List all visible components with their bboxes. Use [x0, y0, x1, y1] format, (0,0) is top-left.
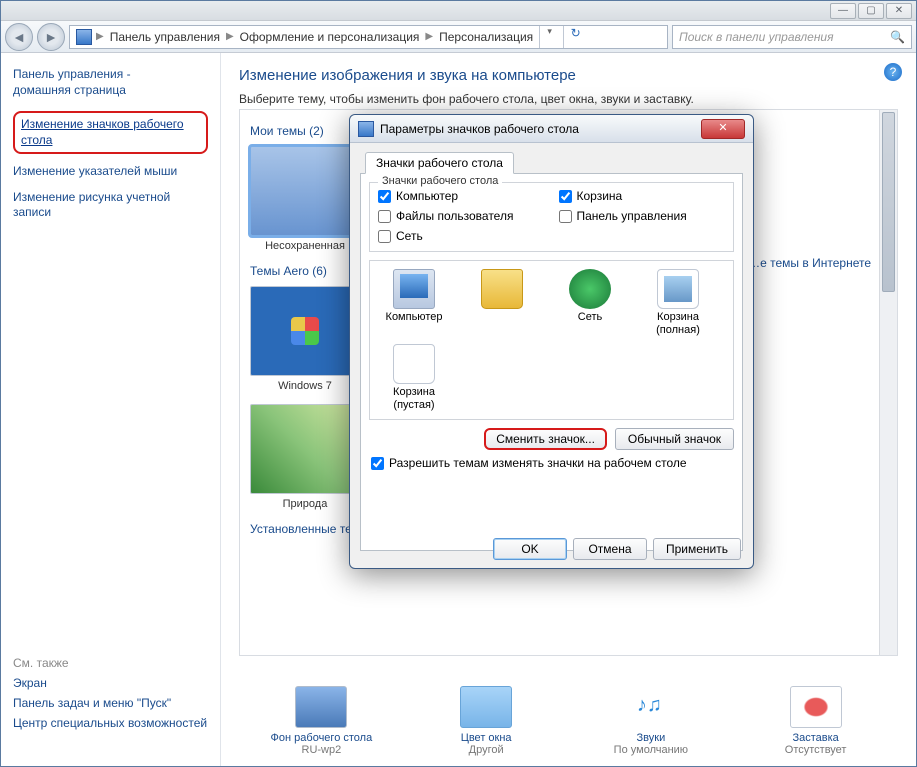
icon-recycle-empty[interactable]: Корзина (пустая) [380, 344, 448, 411]
see-also-label: См. также [13, 656, 213, 670]
theme-label: Природа [250, 498, 360, 510]
search-input[interactable]: Поиск в панели управления 🔍 [672, 25, 912, 49]
breadcrumb[interactable]: ▶ Панель управления ▶ Оформление и персо… [69, 25, 668, 49]
theme-thumb [250, 286, 360, 376]
page-subtitle: Выберите тему, чтобы изменить фон рабоче… [239, 92, 898, 106]
quick-title: Заставка [751, 732, 881, 744]
background-icon [295, 686, 347, 728]
computer-icon [393, 269, 435, 309]
quick-window-color[interactable]: Цвет окна Другой [421, 686, 551, 756]
sidebar: Панель управления - домашняя страница Из… [1, 53, 221, 766]
address-bar-row: ◄ ► ▶ Панель управления ▶ Оформление и п… [1, 21, 916, 53]
recycle-full-icon [657, 269, 699, 309]
icon-network[interactable]: Сеть [556, 269, 624, 336]
quick-sub: По умолчанию [586, 744, 716, 756]
personalization-quick-row: Фон рабочего стола RU-wp2 Цвет окна Друг… [239, 686, 898, 756]
apply-button[interactable]: Применить [653, 538, 741, 560]
group-title: Значки рабочего стола [378, 175, 502, 187]
dialog-title: Параметры значков рабочего стола [380, 122, 579, 136]
checkbox-computer[interactable]: Компьютер [378, 189, 545, 203]
icon-recycle-full[interactable]: Корзина (полная) [644, 269, 712, 336]
desktop-icon-settings-dialog: Параметры значков рабочего стола ✕ Значк… [349, 114, 754, 569]
desktop-icons-group: Значки рабочего стола Компьютер Корзина … [369, 182, 734, 252]
dialog-titlebar[interactable]: Параметры значков рабочего стола ✕ [350, 115, 753, 143]
theme-label: Windows 7 [250, 380, 360, 392]
dialog-icon [358, 121, 374, 137]
quick-screensaver[interactable]: Заставка Отсутствует [751, 686, 881, 756]
theme-label: Несохраненная [250, 240, 360, 252]
control-panel-icon [76, 29, 92, 45]
chevron-right-icon: ▶ [226, 31, 234, 42]
breadcrumb-dropdown[interactable]: ▾ [539, 26, 559, 48]
theme-unsaved[interactable]: Несохраненная [250, 146, 360, 252]
back-button[interactable]: ◄ [5, 23, 33, 51]
sidebar-link-change-desktop-icons[interactable]: Изменение значков рабочего стола [13, 111, 208, 154]
vertical-scrollbar[interactable] [879, 110, 897, 655]
cancel-button[interactable]: Отмена [573, 538, 647, 560]
network-icon [569, 269, 611, 309]
allow-themes-checkbox[interactable]: Разрешить темам изменять значки на рабоч… [371, 456, 732, 470]
icon-user-folder[interactable] [468, 269, 536, 336]
sidebar-home-link-2[interactable]: домашняя страница [13, 83, 208, 97]
dialog-close-button[interactable]: ✕ [701, 119, 745, 139]
refresh-icon[interactable]: ↻ [563, 26, 587, 48]
quick-sub: RU-wp2 [256, 744, 386, 756]
sounds-icon [625, 686, 677, 728]
checkbox-recycle-bin[interactable]: Корзина [559, 189, 726, 203]
icon-preview-box: Компьютер Сеть Корзина (полная) Корзина … [369, 260, 734, 420]
breadcrumb-item[interactable]: Оформление и персонализация [238, 30, 422, 44]
dialog-body: Значки рабочего стола Значки рабочего ст… [350, 143, 753, 559]
default-icon-button[interactable]: Обычный значок [615, 428, 734, 450]
quick-sub: Отсутствует [751, 744, 881, 756]
quick-sounds[interactable]: Звуки По умолчанию [586, 686, 716, 756]
checkbox-control-panel[interactable]: Панель управления [559, 209, 726, 223]
maximize-button[interactable]: ▢ [858, 3, 884, 19]
see-also-taskbar[interactable]: Панель задач и меню "Пуск" [13, 696, 213, 710]
ok-button[interactable]: OK [493, 538, 567, 560]
sidebar-see-also: См. также Экран Панель задач и меню "Пус… [13, 656, 213, 736]
page-title: Изменение изображения и звука на компьют… [239, 67, 898, 84]
see-also-ease[interactable]: Центр специальных возможностей [13, 716, 213, 730]
dialog-footer: OK Отмена Применить [493, 538, 741, 560]
sidebar-link-change-account-picture[interactable]: Изменение рисунка учетной записи [13, 190, 208, 221]
forward-button[interactable]: ► [37, 23, 65, 51]
window-titlebar: — ▢ ✕ [1, 1, 916, 21]
minimize-button[interactable]: — [830, 3, 856, 19]
breadcrumb-item[interactable]: Панель управления [108, 30, 222, 44]
breadcrumb-item[interactable]: Персонализация [437, 30, 535, 44]
chevron-right-icon: ▶ [425, 31, 433, 42]
see-also-display[interactable]: Экран [13, 676, 213, 690]
sidebar-home-link[interactable]: Панель управления - [13, 67, 208, 81]
more-themes-link[interactable]: …е темы в Интернете [748, 256, 871, 270]
theme-windows7[interactable]: Windows 7 [250, 286, 360, 392]
control-panel-window: — ▢ ✕ ◄ ► ▶ Панель управления ▶ Оформлен… [0, 0, 917, 767]
theme-nature[interactable]: Природа [250, 404, 360, 510]
recycle-empty-icon [393, 344, 435, 384]
change-icon-button[interactable]: Сменить значок... [484, 428, 607, 450]
help-icon[interactable]: ? [884, 63, 902, 81]
tab-control: Значки рабочего стола Значки рабочего ст… [360, 173, 743, 551]
search-placeholder: Поиск в панели управления [679, 30, 834, 44]
screensaver-icon [790, 686, 842, 728]
icon-computer[interactable]: Компьютер [380, 269, 448, 336]
folder-icon [481, 269, 523, 309]
close-button[interactable]: ✕ [886, 3, 912, 19]
checkbox-user-files[interactable]: Файлы пользователя [378, 209, 545, 223]
window-color-icon [460, 686, 512, 728]
theme-thumb [250, 146, 360, 236]
quick-title: Цвет окна [421, 732, 551, 744]
theme-thumb [250, 404, 360, 494]
quick-title: Звуки [586, 732, 716, 744]
quick-background[interactable]: Фон рабочего стола RU-wp2 [256, 686, 386, 756]
search-icon: 🔍 [890, 30, 905, 44]
checkbox-network[interactable]: Сеть [378, 229, 545, 243]
chevron-right-icon: ▶ [96, 31, 104, 42]
quick-title: Фон рабочего стола [256, 732, 386, 744]
quick-sub: Другой [421, 744, 551, 756]
tab-desktop-icons[interactable]: Значки рабочего стола [365, 152, 514, 174]
sidebar-link-change-pointers[interactable]: Изменение указателей мыши [13, 164, 208, 180]
